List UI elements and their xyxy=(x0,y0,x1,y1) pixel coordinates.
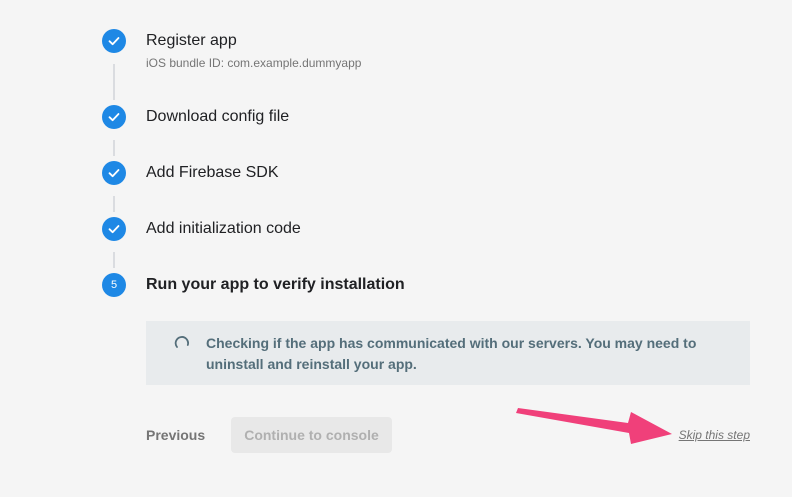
continue-to-console-button[interactable]: Continue to console xyxy=(231,417,392,453)
step-number: 5 xyxy=(110,279,118,291)
step-connector xyxy=(113,140,115,156)
annotation-arrow-icon xyxy=(516,408,672,444)
step-connector xyxy=(113,196,115,212)
check-icon xyxy=(102,105,126,129)
check-icon xyxy=(102,161,126,185)
step-add-init-code: Add initialization code xyxy=(102,217,301,241)
verification-status-box: Checking if the app has communicated wit… xyxy=(146,321,750,385)
step-run-app: 5 Run your app to verify installation xyxy=(102,273,405,297)
previous-button[interactable]: Previous xyxy=(146,425,205,445)
step-register-app: Register app iOS bundle ID: com.example.… xyxy=(102,29,361,71)
step-connector xyxy=(113,252,115,268)
check-icon xyxy=(102,29,126,53)
step-add-sdk: Add Firebase SDK xyxy=(102,161,279,185)
check-icon xyxy=(102,217,126,241)
skip-step-link[interactable]: Skip this step xyxy=(679,428,750,442)
step-download-config: Download config file xyxy=(102,105,289,129)
bundle-id-subtitle: iOS bundle ID: com.example.dummyapp xyxy=(146,56,362,70)
step-number-badge: 5 xyxy=(102,273,126,297)
step-title: Register app xyxy=(146,32,237,49)
step-title: Download config file xyxy=(146,108,290,125)
step-title: Add initialization code xyxy=(146,220,301,237)
step-title: Add Firebase SDK xyxy=(146,164,279,181)
setup-stepper: Register app iOS bundle ID: com.example.… xyxy=(0,0,792,497)
status-message: Checking if the app has communicated wit… xyxy=(206,335,697,372)
loading-spinner-icon xyxy=(174,336,189,348)
step-title: Run your app to verify installation xyxy=(146,276,405,293)
